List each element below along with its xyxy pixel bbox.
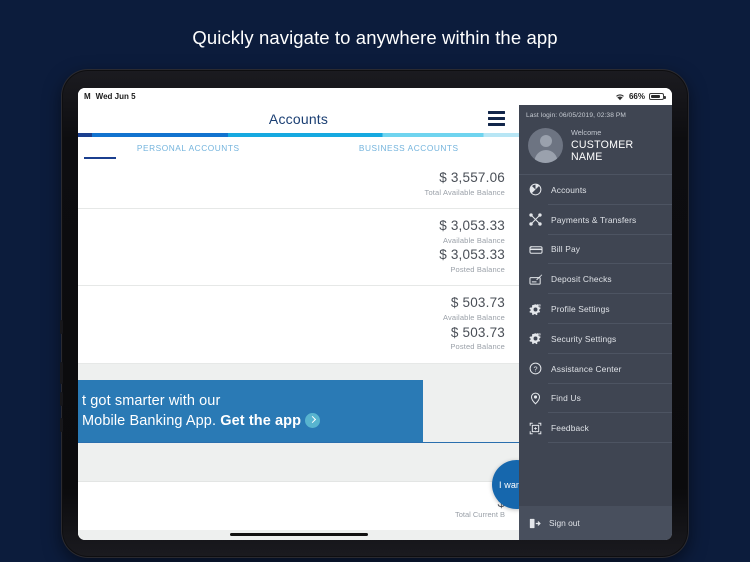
sidebar-item-label: Deposit Checks: [551, 274, 612, 285]
promo-line-2-regular: Mobile Banking App.: [82, 412, 221, 429]
available-amount: $ 3,053.33: [439, 218, 505, 234]
sidebar-item-label: Profile Settings: [551, 304, 610, 315]
total-available-label: Total Available Balance: [424, 187, 505, 197]
sidebar-item-assistance-center[interactable]: ? Assistance Center: [519, 354, 672, 384]
sidebar-item-find-us[interactable]: Find Us: [519, 384, 672, 414]
posted-amount: $ 503.73: [450, 324, 505, 340]
account-tabs: PERSONAL ACCOUNTS BUSINESS ACCOUNTS: [78, 137, 519, 159]
user-avatar-icon: [528, 128, 563, 163]
available-label: Available Balance: [442, 313, 505, 323]
tablet-device-frame: M Wed Jun 5 66% Accounts PERSONAL ACCOUN…: [60, 70, 688, 557]
transfer-arrows-icon: [528, 212, 543, 227]
welcome-section: Welcome CUSTOMER NAME: [519, 119, 672, 175]
last-login-label: Last login: 06/05/2019, 02:38 PM: [526, 112, 626, 119]
promo-underline: [78, 441, 519, 444]
sidebar-item-label: Accounts: [551, 184, 587, 195]
check-deposit-icon: [528, 272, 543, 287]
accounts-list: $ 3,557.06 Total Available Balance $ 3,0…: [78, 159, 519, 364]
sidebar-item-bill-pay[interactable]: Bill Pay: [519, 235, 672, 265]
total-current-label: Total Current B: [454, 510, 505, 520]
volume-down-button: [60, 392, 63, 406]
volume-up-button: [60, 362, 63, 384]
main-content: Accounts PERSONAL ACCOUNTS BUSINESS ACCO…: [78, 105, 519, 540]
sidebar-menu: Accounts Payments & Transfers Bill Pay D…: [519, 175, 672, 506]
question-circle-icon: ?: [528, 361, 543, 376]
gear-icon: [528, 302, 543, 317]
wifi-icon: [615, 93, 625, 101]
sign-out-icon: [528, 517, 541, 530]
customer-name: CUSTOMER NAME: [571, 138, 634, 163]
status-bar-date: Wed Jun 5: [95, 92, 136, 101]
mobile-app-promo-banner[interactable]: t got smarter with our Mobile Banking Ap…: [78, 379, 423, 442]
credit-card-icon: [528, 242, 543, 257]
sidebar-item-accounts[interactable]: Accounts: [519, 175, 672, 205]
sidebar-item-label: Payments & Transfers: [551, 214, 637, 225]
welcome-label: Welcome: [571, 128, 602, 138]
sidebar-item-security-settings[interactable]: Security Settings: [519, 324, 672, 354]
total-current-balance-card[interactable]: $ Total Current B I want to: [78, 460, 519, 531]
pie-chart-icon: [528, 182, 543, 197]
sidebar-item-profile-settings[interactable]: Profile Settings: [519, 294, 672, 324]
carrier-label: M: [84, 92, 91, 101]
battery-percent-label: 66%: [628, 92, 645, 101]
tab-label: PERSONAL ACCOUNTS: [136, 143, 240, 153]
sidebar-item-label: Assistance Center: [551, 363, 622, 374]
ios-status-bar: M Wed Jun 5 66%: [78, 88, 672, 105]
sign-out-label: Sign out: [549, 518, 580, 528]
sidebar-item-label: Find Us: [551, 393, 581, 404]
total-balance-card[interactable]: $ 3,557.06 Total Available Balance: [78, 159, 519, 210]
nav-title: Accounts: [268, 111, 329, 127]
promo-banner-wrapper: t got smarter with our Mobile Banking Ap…: [78, 379, 519, 444]
gear-lock-icon: [528, 331, 543, 346]
svg-text:?: ?: [533, 365, 537, 374]
tab-label: BUSINESS ACCOUNTS: [358, 143, 459, 153]
active-tab-indicator: [84, 156, 116, 159]
promo-line-2: Mobile Banking App. Get the app: [82, 411, 423, 431]
sidebar-item-feedback[interactable]: Feedback: [519, 413, 672, 443]
promo-cta-text: Get the app: [220, 412, 302, 429]
sidebar-item-payments-transfers[interactable]: Payments & Transfers: [519, 205, 672, 235]
content-gap: [78, 363, 519, 380]
sidebar-item-label: Feedback: [551, 423, 589, 434]
home-indicator: [229, 533, 368, 536]
hamburger-menu-icon[interactable]: [488, 111, 505, 126]
tab-business-accounts[interactable]: BUSINESS ACCOUNTS: [299, 137, 520, 159]
page-title: Quickly navigate to anywhere within the …: [192, 27, 558, 48]
top-navigation-bar: Accounts: [78, 105, 519, 133]
posted-label: Posted Balance: [450, 342, 505, 352]
device-button: [60, 320, 63, 334]
posted-label: Posted Balance: [450, 265, 505, 275]
device-button-2: [60, 418, 63, 432]
sign-out-button[interactable]: Sign out: [519, 506, 672, 540]
navigation-sidebar: Last login: 06/05/2019, 02:38 PM Welcome…: [519, 105, 672, 540]
battery-icon: [649, 93, 666, 100]
sidebar-item-deposit-checks[interactable]: Deposit Checks: [519, 264, 672, 294]
chevron-right-circle-icon[interactable]: [305, 412, 321, 428]
total-current-amount: $: [78, 495, 505, 510]
sidebar-item-label: Security Settings: [551, 333, 617, 344]
content-filler: [78, 443, 519, 482]
sidebar-item-label: Bill Pay: [551, 244, 581, 255]
available-amount: $ 503.73: [450, 295, 505, 311]
posted-amount: $ 3,053.33: [439, 247, 505, 263]
feedback-frame-icon: [528, 421, 543, 436]
promo-line-1: t got smarter with our: [82, 392, 221, 409]
fab-label: I want to: [499, 479, 519, 490]
available-label: Available Balance: [442, 236, 505, 245]
location-pin-icon: [528, 391, 543, 406]
tablet-screen: M Wed Jun 5 66% Accounts PERSONAL ACCOUN…: [78, 88, 672, 540]
account-row[interactable]: $ 3,053.33 Available Balance $ 3,053.33 …: [78, 209, 519, 287]
app-layout: Accounts PERSONAL ACCOUNTS BUSINESS ACCO…: [78, 105, 672, 540]
total-available-amount: $ 3,557.06: [439, 170, 505, 185]
account-row[interactable]: $ 503.73 Available Balance $ 503.73 Post…: [78, 286, 519, 364]
